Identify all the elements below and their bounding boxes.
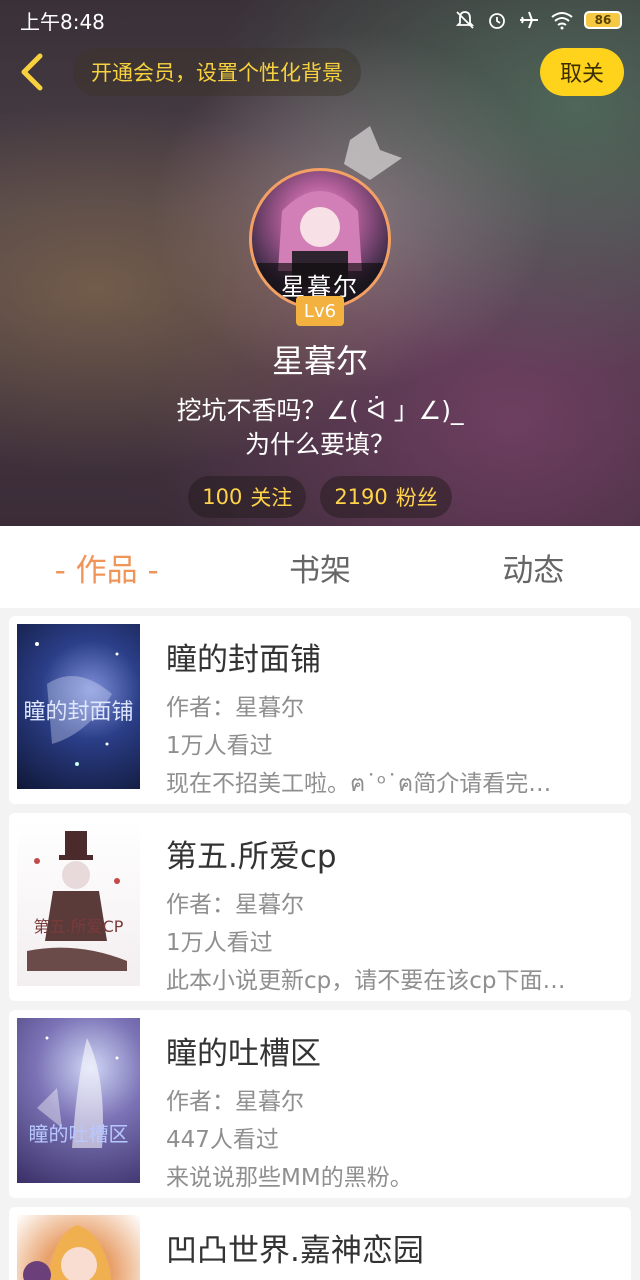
book-author: 作者：星暮尔 bbox=[166, 892, 304, 918]
avatar[interactable]: 星暮尔 bbox=[249, 168, 391, 310]
book-title: 瞳的封面铺 bbox=[166, 642, 321, 678]
cover-title: 第五.所爱CP bbox=[33, 917, 124, 936]
cover-title: 瞳的吐槽区 bbox=[28, 1122, 129, 1146]
cover-art bbox=[27, 831, 127, 971]
book-views: 1万人看过 bbox=[166, 733, 273, 759]
fans-label: 粉丝 bbox=[395, 486, 438, 510]
status-bar: 上午8:48 86 bbox=[0, 0, 640, 40]
fans-button[interactable]: 2190 粉丝 bbox=[320, 476, 452, 518]
bio-line-2: 为什么要填？ bbox=[244, 430, 395, 459]
back-button[interactable] bbox=[14, 52, 50, 92]
book-title: 凹凸世界.嘉神恋园 bbox=[166, 1233, 424, 1269]
book-title: 第五.所爱cp bbox=[166, 839, 337, 875]
book-views: 447人看过 bbox=[166, 1127, 279, 1153]
following-button[interactable]: 100 关注 bbox=[188, 476, 307, 518]
unfollow-button[interactable]: 取关 bbox=[540, 48, 624, 96]
book-cover bbox=[17, 1215, 140, 1280]
battery-level: 86 bbox=[594, 13, 612, 27]
unfollow-label: 取关 bbox=[559, 62, 604, 87]
tab-works[interactable]: - 作品 - bbox=[0, 545, 213, 590]
username: 星暮尔 bbox=[271, 342, 368, 380]
book-desc: 现在不招美工啦。ฅ˙ᵒ˙ฅ简介请看完… bbox=[166, 771, 552, 797]
cover-title: 瞳的封面铺 bbox=[23, 700, 134, 725]
list-item[interactable]: 瞳的吐槽区 瞳的吐槽区 作者：星暮尔 447人看过 来说说那些MM的黑粉。 bbox=[9, 1010, 631, 1198]
alarm-icon bbox=[489, 13, 505, 29]
airplane-icon bbox=[520, 11, 538, 29]
level-label: Lv6 bbox=[303, 300, 337, 322]
book-cover: 瞳的吐槽区 bbox=[17, 1018, 140, 1183]
book-author: 作者：星暮尔 bbox=[166, 695, 304, 721]
vip-banner[interactable]: 开通会员，设置个性化背景 bbox=[73, 48, 361, 96]
back-arrow-icon bbox=[21, 53, 43, 91]
fans-count: 2190 bbox=[334, 485, 388, 509]
level-badge: Lv6 bbox=[296, 296, 344, 326]
avatar-image: 星暮尔 bbox=[249, 168, 391, 310]
tab-bar: - 作品 - 书架 动态 bbox=[0, 526, 640, 608]
cover-art bbox=[37, 1036, 119, 1148]
stats-row: 100 关注 2190 粉丝 bbox=[0, 476, 640, 518]
book-cover: 瞳的封面铺 bbox=[17, 624, 140, 789]
bio-line-1: 挖坑不香吗？∠( ᐛ 」∠)_ bbox=[176, 396, 464, 425]
book-desc: 来说说那些MM的黑粉。 bbox=[166, 1165, 413, 1191]
status-time: 上午8:48 bbox=[20, 9, 105, 34]
bio: 挖坑不香吗？∠( ᐛ 」∠)_ 为什么要填？ bbox=[0, 394, 640, 462]
tab-activity[interactable]: 动态 bbox=[427, 545, 640, 590]
list-item[interactable]: 凹凸世界.嘉神恋园 bbox=[9, 1207, 631, 1280]
book-title: 瞳的吐槽区 bbox=[166, 1036, 321, 1072]
list-item[interactable]: 第五.所爱CP 第五.所爱cp 作者：星暮尔 1万人看过 此本小说更新cp，请不… bbox=[9, 813, 631, 1001]
book-desc: 此本小说更新cp，请不要在该cp下面… bbox=[166, 968, 566, 994]
profile-header: 上午8:48 86 开通会员，设置个性化背景 取关 星暮尔 Lv6 星暮尔 挖坑… bbox=[0, 0, 640, 526]
cover-art bbox=[23, 1225, 112, 1280]
following-count: 100 bbox=[202, 485, 243, 509]
list-item[interactable]: 瞳的封面铺 瞳的封面铺 作者：星暮尔 1万人看过 现在不招美工啦。ฅ˙ᵒ˙ฅ简介… bbox=[9, 616, 631, 804]
status-icons: 86 bbox=[454, 9, 622, 31]
wifi-icon bbox=[551, 12, 573, 30]
book-author: 作者：星暮尔 bbox=[166, 1089, 304, 1115]
vip-banner-label: 开通会员，设置个性化背景 bbox=[91, 61, 343, 85]
following-label: 关注 bbox=[250, 486, 293, 510]
book-cover: 第五.所爱CP bbox=[17, 821, 140, 986]
battery-icon: 86 bbox=[584, 11, 622, 29]
tab-bookshelf[interactable]: 书架 bbox=[213, 545, 426, 590]
book-views: 1万人看过 bbox=[166, 930, 273, 956]
mute-bell-icon bbox=[455, 11, 475, 29]
